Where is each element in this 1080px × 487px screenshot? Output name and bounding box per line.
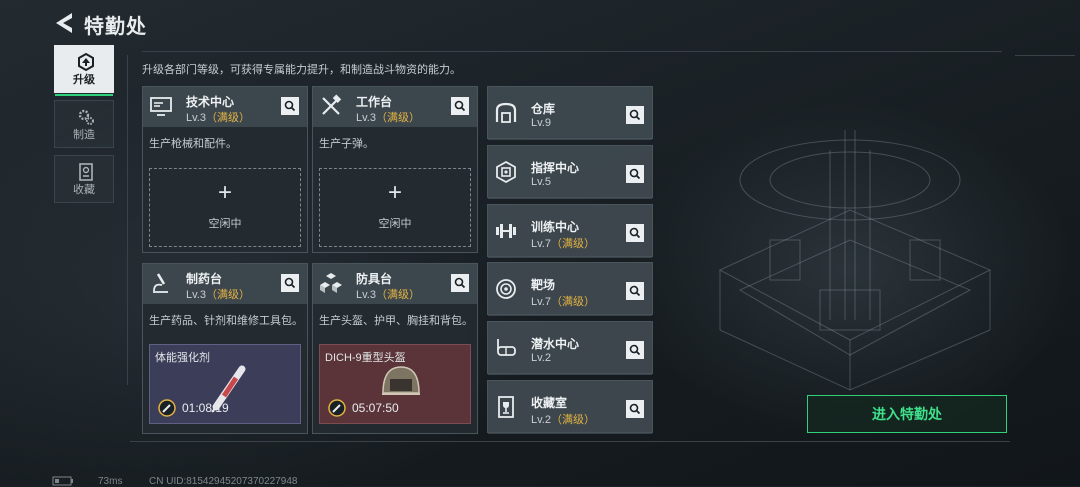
max-level-badge: （满级） — [205, 112, 250, 124]
tab-collection[interactable]: 收藏 — [54, 155, 114, 203]
collection-icon — [79, 163, 93, 181]
card-name: 潜水中心 — [531, 337, 580, 351]
card-level: Lv.7（满级） — [531, 238, 595, 250]
enter-button[interactable]: 进入特勤处 — [807, 395, 1007, 433]
card-level: Lv.3（满级） — [356, 289, 420, 301]
plus-icon: + — [217, 179, 232, 206]
max-level-badge: （满级） — [205, 289, 250, 301]
card-level: Lv.2 — [531, 352, 551, 364]
search-icon[interactable] — [451, 274, 469, 292]
idle-status: 空闲中 — [378, 218, 412, 230]
card-name: 防具台 — [356, 272, 393, 286]
divider — [142, 51, 1002, 52]
card-level: Lv.7（满级） — [531, 296, 595, 308]
gears-icon — [78, 109, 94, 125]
warehouse-icon — [495, 102, 517, 123]
card-name: 制药台 — [186, 272, 223, 286]
card-name: 收藏室 — [531, 396, 568, 410]
tab-manufacture[interactable]: 制造 — [54, 100, 114, 148]
uid-text: CN UID:815429452073702279​48 — [149, 476, 298, 487]
search-icon[interactable] — [626, 224, 644, 242]
divider — [130, 441, 1010, 442]
facility-diving-center[interactable]: 潜水中心 Lv.2 — [487, 321, 653, 375]
trophy-icon — [498, 396, 514, 418]
card-level: Lv.9 — [531, 117, 551, 129]
card-name: 工作台 — [356, 95, 393, 109]
card-level: Lv.3（满级） — [356, 112, 420, 124]
card-name: 仓库 — [531, 102, 556, 116]
microscope-icon — [153, 273, 168, 293]
idle-slot[interactable]: + 空闲中 — [149, 168, 301, 247]
facility-collection-room[interactable]: 收藏室 Lv.2（满级） — [487, 380, 653, 434]
base-wireframe-illustration — [718, 130, 992, 391]
card-workbench[interactable]: 工作台 Lv.3（满级） 生产子弹。 + 空闲中 — [312, 86, 478, 253]
search-icon[interactable] — [626, 400, 644, 418]
facility-shooting-range[interactable]: 靶场 Lv.7（满级） — [487, 262, 653, 316]
facility-warehouse[interactable]: 仓库 Lv.9 — [487, 86, 653, 140]
card-pharmacy[interactable]: 制药台 Lv.3（满级） 生产药品、针剂和维修工具包。 体能强化剂 01:08:… — [142, 263, 308, 434]
card-level: Lv.3（满级） — [186, 112, 250, 124]
cubes-icon — [320, 273, 342, 293]
chip-icon — [496, 160, 516, 184]
diving-mask-icon — [497, 339, 516, 356]
card-description: 生产头盔、护甲、胸挂和背包。 — [319, 315, 473, 327]
timer-wrench-icon — [328, 399, 346, 417]
tools-icon — [322, 94, 342, 115]
tab-label: 收藏 — [73, 184, 95, 196]
search-icon[interactable] — [626, 106, 644, 124]
search-icon[interactable] — [626, 341, 644, 359]
idle-slot[interactable]: + 空闲中 — [319, 168, 471, 247]
card-level: Lv.2（满级） — [531, 414, 595, 426]
page-title: 特勤处 — [84, 16, 147, 38]
timer-text: 01:08:19 — [182, 401, 229, 415]
search-icon[interactable] — [626, 165, 644, 183]
card-level: Lv.3（满级） — [186, 289, 250, 301]
max-level-badge: （满级） — [550, 296, 595, 308]
max-level-badge: （满级） — [375, 289, 420, 301]
product-name: 体能强化剂 — [155, 352, 210, 364]
production-slot[interactable]: DICH-9重型头盔 05:07:50 — [319, 344, 471, 424]
timer-text: 05:07:50 — [352, 401, 399, 415]
idle-status: 空闲中 — [208, 218, 242, 230]
card-name: 靶场 — [531, 278, 556, 292]
search-icon[interactable] — [281, 274, 299, 292]
max-level-badge: （满级） — [550, 414, 595, 426]
helmet-icon — [382, 366, 420, 395]
tab-label: 制造 — [73, 129, 95, 141]
search-icon[interactable] — [451, 97, 469, 115]
card-tech-center[interactable]: 技术中心 Lv.3（满级） 生产枪械和配件。 + 空闲中 — [142, 86, 308, 253]
card-name: 技术中心 — [186, 95, 235, 109]
battery-icon — [52, 476, 73, 486]
dumbbell-icon — [496, 224, 516, 238]
max-level-badge: （满级） — [375, 112, 420, 124]
card-name: 指挥中心 — [531, 161, 580, 175]
card-level: Lv.5 — [531, 176, 551, 188]
card-name: 训练中心 — [531, 220, 580, 234]
upgrade-icon — [78, 53, 94, 71]
intro-text: 升级各部门等级，可获得专属能力提升，和制造战斗物资的能力。 — [142, 64, 461, 76]
plus-icon: + — [387, 179, 402, 206]
card-description: 生产枪械和配件。 — [149, 138, 237, 150]
tab-label: 升级 — [73, 74, 95, 86]
divider — [127, 55, 128, 385]
timer-wrench-icon — [158, 399, 176, 417]
tab-upgrade[interactable]: 升级 — [54, 45, 114, 96]
production-slot[interactable]: 体能强化剂 01:08:19 — [149, 344, 301, 424]
card-description: 生产子弹。 — [319, 138, 374, 150]
card-armor-bench[interactable]: 防具台 Lv.3（满级） 生产头盔、护甲、胸挂和背包。 DICH-9重型头盔 0… — [312, 263, 478, 434]
max-level-badge: （满级） — [550, 238, 595, 250]
search-icon[interactable] — [626, 282, 644, 300]
search-icon[interactable] — [281, 97, 299, 115]
card-description: 生产药品、针剂和维修工具包。 — [149, 315, 303, 327]
target-icon — [496, 279, 516, 299]
monitor-icon — [150, 97, 172, 116]
facility-training-center[interactable]: 训练中心 Lv.7（满级） — [487, 204, 653, 258]
facility-command-center[interactable]: 指挥中心 Lv.5 — [487, 145, 653, 199]
divider — [1015, 55, 1075, 56]
ping-text: 73ms — [98, 476, 123, 487]
back-arrow-icon[interactable] — [52, 11, 76, 35]
